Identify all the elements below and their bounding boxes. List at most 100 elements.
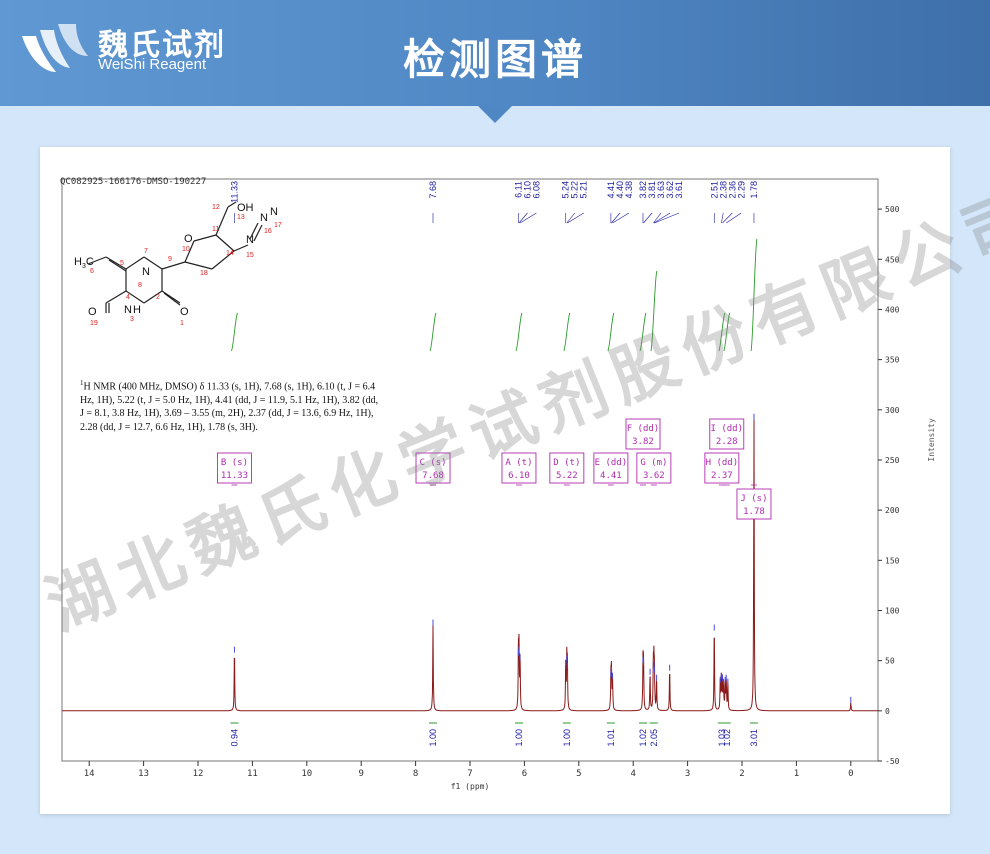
integral-curve [429, 312, 437, 352]
multiplet-label: B (s) [221, 458, 248, 468]
svg-text:18: 18 [200, 270, 208, 277]
x-tick-label: 0 [848, 769, 853, 779]
multiplet-shift: 3.62 [643, 471, 665, 481]
sample-id: QC082925-166176-DMSO-190227 [60, 177, 207, 187]
x-tick-label: 8 [413, 769, 418, 779]
multiplet-shift: 2.37 [711, 471, 733, 481]
svg-text:8: 8 [138, 282, 142, 289]
multiplet-label: F (dd) [627, 424, 660, 434]
svg-text:1: 1 [180, 320, 184, 327]
integral-curve [723, 312, 731, 352]
peak-label-leader [519, 212, 537, 224]
svg-text:7: 7 [144, 248, 148, 255]
svg-text:N: N [246, 234, 254, 246]
integral-value: 1.02 [638, 729, 648, 747]
header-pointer [478, 106, 512, 123]
page-title: 检测图谱 [402, 35, 587, 84]
peak-label-leader [721, 212, 724, 224]
svg-text:2: 2 [156, 294, 160, 301]
integral-curve [515, 312, 523, 352]
svg-text:6: 6 [90, 268, 94, 275]
svg-text:4: 4 [126, 294, 130, 301]
integral-value: 1.02 [722, 729, 732, 747]
svg-text:19: 19 [90, 320, 98, 327]
svg-text:O: O [88, 306, 97, 318]
multiplet-label: H (dd) [706, 458, 739, 468]
multiplet-label: J (s) [740, 494, 767, 504]
multiplet-shift: 1.78 [743, 507, 765, 517]
y-tick-label: 350 [885, 356, 900, 365]
y-axis-label: Intensity [927, 418, 936, 462]
integral-value: 0.94 [229, 729, 239, 747]
svg-text:N: N [124, 304, 132, 316]
x-tick-label: 4 [630, 769, 635, 779]
integral-value: 2.05 [649, 729, 659, 747]
multiplet-label: G (m) [640, 458, 667, 468]
peak-label-leader [643, 212, 653, 224]
x-tick-label: 2 [739, 769, 744, 779]
svg-text:O: O [184, 233, 193, 245]
peak-label-leader [722, 212, 733, 224]
x-tick-label: 11 [247, 769, 258, 779]
x-tick-label: 1 [794, 769, 799, 779]
peak-label-leader [653, 212, 671, 224]
peak-shift-label: 7.68 [428, 181, 438, 199]
x-tick-label: 14 [84, 769, 95, 779]
svg-text:9: 9 [168, 256, 172, 263]
svg-text:15: 15 [246, 252, 254, 259]
integral-value: 1.00 [562, 729, 572, 747]
x-tick-label: 7 [467, 769, 472, 779]
y-tick-label: 100 [885, 606, 900, 615]
y-tick-label: 0 [885, 707, 890, 716]
svg-text:N: N [260, 212, 268, 224]
peak-shift-label: 1.78 [749, 181, 759, 199]
integral-curve [607, 312, 615, 352]
peak-shift-label: 11.33 [229, 181, 239, 203]
integral-curve [231, 312, 238, 352]
multiplet-label: D (t) [553, 458, 580, 468]
y-tick-label: 300 [885, 406, 900, 415]
x-tick-label: 5 [576, 769, 581, 779]
peak-label-leader [612, 212, 630, 224]
integral-value: 1.00 [428, 729, 438, 747]
integral-value: 1.00 [514, 729, 524, 747]
nmr-description: 1H NMR (400 MHz, DMSO) δ 11.33 (s, 1H), … [80, 379, 379, 433]
multiplet-label: I (dd) [711, 424, 744, 434]
multiplet-shift: 3.82 [632, 437, 654, 447]
peak-shift-label: 6.08 [531, 181, 541, 199]
y-tick-label: 500 [885, 205, 900, 214]
svg-text:14: 14 [226, 250, 234, 257]
y-tick-label: 400 [885, 305, 900, 314]
peak-label-leader [518, 212, 528, 224]
svg-text:N: N [270, 206, 278, 218]
spectrum-card: H3C N N H O O O OH N N N 657 842 3 19 1 91… [40, 147, 950, 814]
multiplet-shift: 11.33 [221, 471, 248, 481]
peak-shift-label: 3.61 [674, 181, 684, 199]
multiplet-shift: 5.22 [556, 471, 578, 481]
x-tick-label: 9 [358, 769, 363, 779]
x-axis-label: f1 (ppm) [451, 782, 490, 791]
y-tick-label: 250 [885, 456, 900, 465]
y-tick-label: 450 [885, 255, 900, 264]
multiplet-shift: 4.41 [600, 471, 622, 481]
integral-curve [639, 312, 647, 352]
integral-value: 1.01 [606, 729, 616, 747]
y-tick-label: -50 [885, 757, 900, 766]
multiplet-shift: 7.68 [422, 471, 444, 481]
integral-curve [718, 312, 726, 352]
x-tick-label: 12 [193, 769, 204, 779]
molecule-structure: H3C N N H O O O OH N N N 657 84 2 319 1 91… [74, 201, 282, 327]
peak-label-leader [567, 212, 584, 224]
svg-text:13: 13 [237, 214, 245, 221]
multiplet-shift: 6.10 [508, 471, 530, 481]
integral-curve [650, 270, 658, 352]
y-tick-label: 200 [885, 506, 900, 515]
svg-text:N: N [142, 266, 150, 278]
svg-text:5: 5 [120, 260, 124, 267]
x-tick-label: 3 [685, 769, 690, 779]
multiplet-label: A (t) [505, 458, 532, 468]
nmr-spectrum-chart: H3C N N H O O O OH N N N 657 84 2 319 1 91… [61, 178, 936, 791]
svg-text:16: 16 [264, 228, 272, 235]
integral-curve [750, 238, 758, 352]
peak-label-leader [566, 212, 575, 224]
